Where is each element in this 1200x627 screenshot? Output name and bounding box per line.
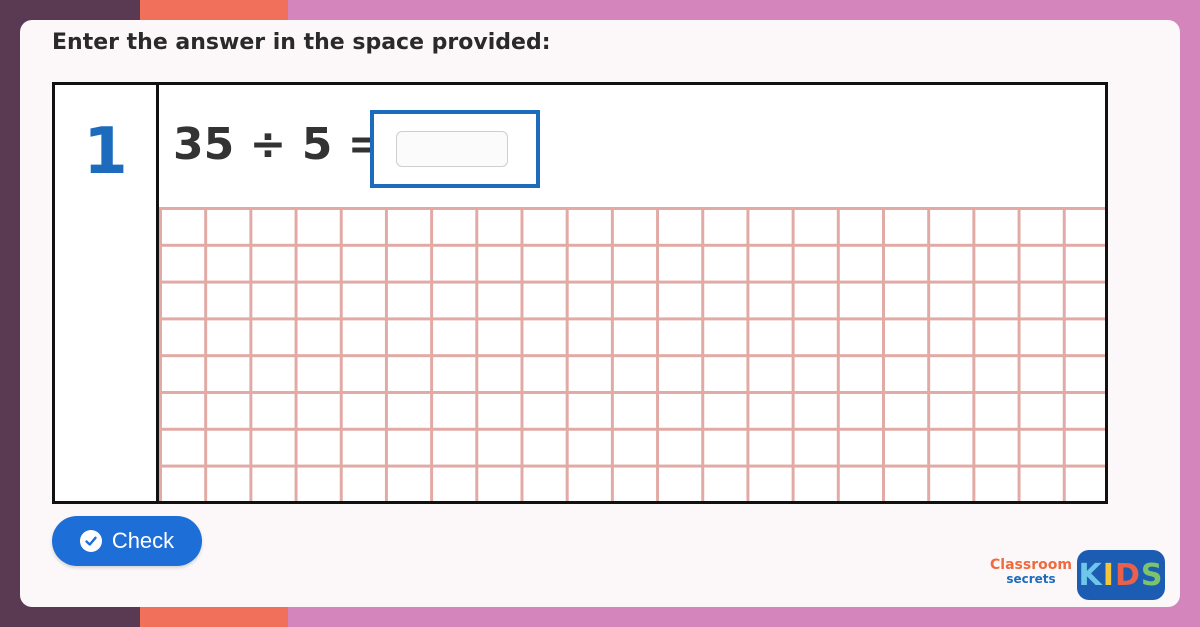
question-panel: 1 35 ÷ 5 = bbox=[52, 82, 1108, 504]
question-number: 1 bbox=[83, 115, 128, 189]
equation-text: 35 ÷ 5 = bbox=[173, 119, 385, 170]
check-button[interactable]: Check bbox=[52, 516, 202, 566]
classroom-secrets-wordmark: Classroom secrets bbox=[985, 558, 1077, 586]
kids-letter-i: I bbox=[1102, 557, 1115, 593]
kids-letter-d: D bbox=[1114, 557, 1141, 593]
answer-box bbox=[370, 110, 540, 188]
question-number-column: 1 bbox=[55, 85, 159, 501]
kids-badge: K I D S bbox=[1077, 550, 1165, 600]
instruction-text: Enter the answer in the space provided: bbox=[52, 30, 551, 55]
check-button-label: Check bbox=[111, 528, 175, 553]
kids-letter-k: K bbox=[1078, 557, 1103, 593]
check-circle-icon bbox=[79, 530, 102, 552]
answer-input[interactable] bbox=[396, 131, 508, 167]
kids-letter-s: S bbox=[1140, 557, 1164, 593]
classroom-secrets-kids-logo: Classroom secrets K I D S bbox=[985, 548, 1170, 603]
logo-line-secrets: secrets bbox=[1006, 572, 1056, 586]
working-grid bbox=[159, 207, 1105, 501]
logo-line-classroom: Classroom bbox=[990, 557, 1072, 573]
